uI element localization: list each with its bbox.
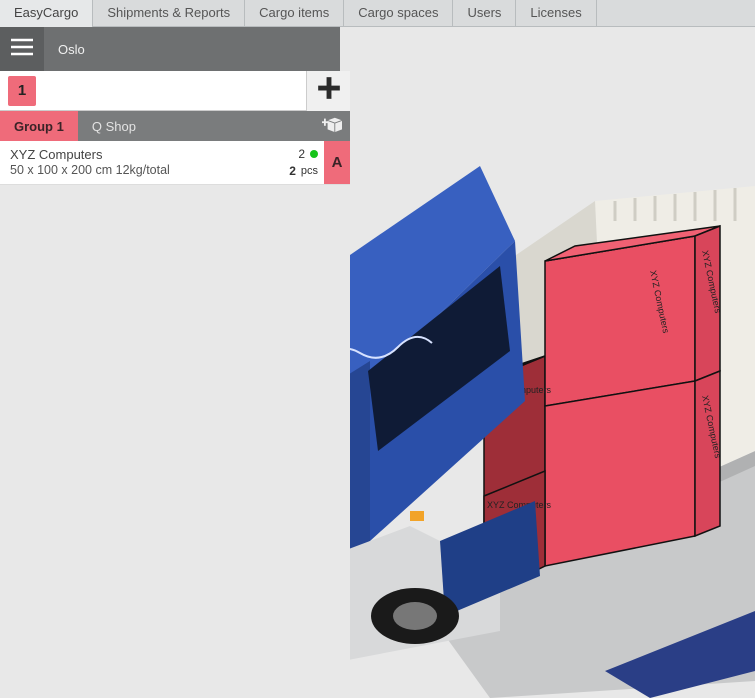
version-badge[interactable]: 1 [8, 76, 36, 106]
nav-cargo-items[interactable]: Cargo items [245, 0, 344, 27]
cargo-item-counts: 2 2 pcs [268, 141, 324, 184]
sidebar: 1 Group 1 Q Shop [0, 71, 350, 698]
add-cargo-button[interactable] [316, 111, 350, 141]
hamburger-icon [11, 38, 33, 61]
menu-button[interactable] [0, 27, 44, 71]
group-tab-1[interactable]: Group 1 [0, 111, 78, 141]
nav-users[interactable]: Users [453, 0, 516, 27]
toolbar: Oslo [0, 27, 340, 71]
group-tab-2[interactable]: Q Shop [78, 111, 150, 141]
status-dot-icon [310, 150, 318, 158]
shipment-title: Oslo [58, 42, 85, 57]
cargo-item-dims: 50 x 100 x 200 cm 12kg/total [10, 163, 258, 177]
cargo-item-row[interactable]: XYZ Computers 50 x 100 x 200 cm 12kg/tot… [0, 141, 350, 185]
cargo-item-title: XYZ Computers [10, 147, 258, 162]
cargo-item-color-tag[interactable]: A [324, 141, 350, 184]
scene-svg: easycargo XYZ Computers [350, 71, 755, 698]
nav-cargo-spaces[interactable]: Cargo spaces [344, 0, 453, 27]
cargo-item-count-unit: pcs [301, 165, 318, 177]
nav-licenses[interactable]: Licenses [516, 0, 596, 27]
cargo-item-count-total: 2 [289, 164, 296, 178]
cargo-item-count-loaded: 2 [298, 147, 305, 161]
plus-icon [316, 75, 342, 106]
box-plus-icon [322, 115, 344, 138]
group-tabs: Group 1 Q Shop [0, 111, 350, 141]
viewport-3d[interactable]: easycargo XYZ Computers [350, 71, 755, 698]
top-nav: EasyCargo Shipments & Reports Cargo item… [0, 0, 755, 27]
nav-brand[interactable]: EasyCargo [0, 0, 93, 27]
version-row: 1 [0, 71, 350, 111]
add-version-button[interactable] [306, 71, 350, 111]
nav-shipments[interactable]: Shipments & Reports [93, 0, 245, 27]
